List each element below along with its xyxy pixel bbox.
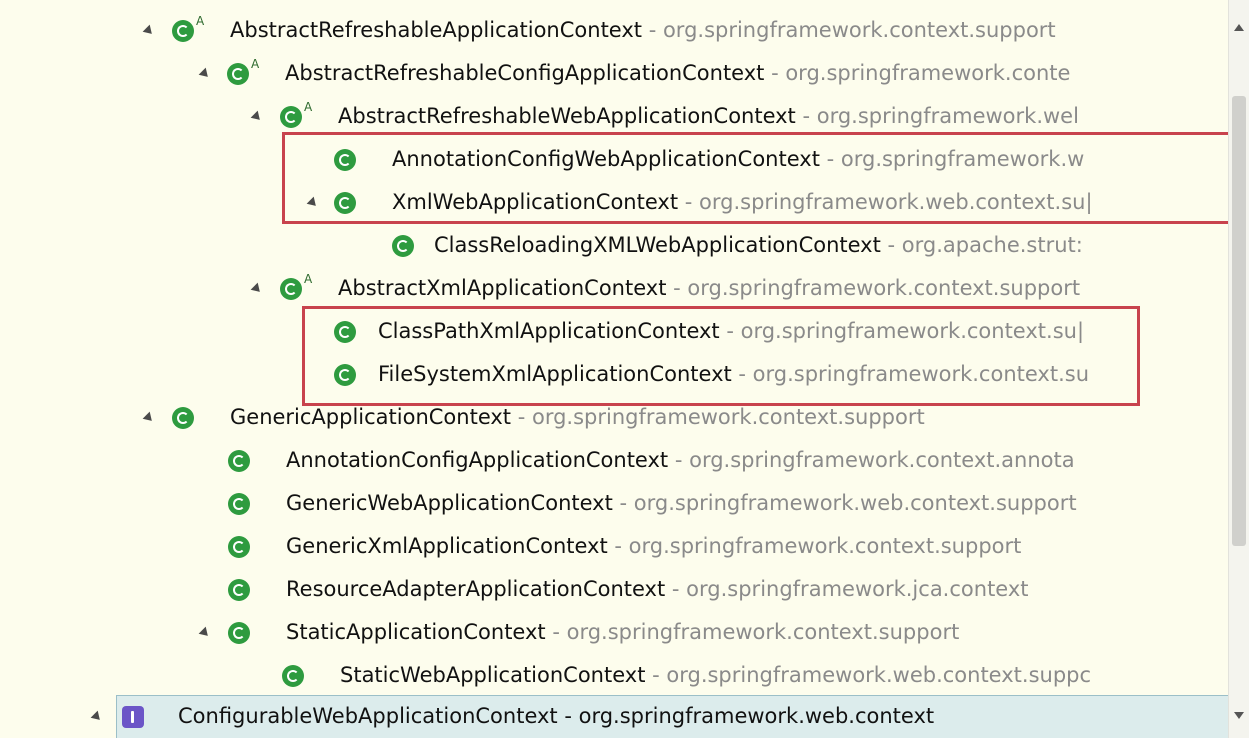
expand-arrow-icon[interactable]	[198, 626, 212, 640]
tree-row[interactable]: ClassReloadingXMLWebApplicationContext -…	[0, 223, 1229, 269]
class-icon	[227, 63, 249, 85]
vertical-scrollbar[interactable]	[1228, 0, 1249, 738]
class-name: GenericXmlApplicationContext	[286, 534, 608, 558]
tree-row-selected[interactable]: ConfigurableWebApplicationContext - org.…	[0, 694, 1229, 738]
package-name-separator: -	[666, 276, 688, 300]
class-icon	[228, 622, 250, 644]
class-name: AbstractRefreshableWebApplicationContext	[338, 104, 796, 128]
package-name-separator: -	[545, 620, 567, 644]
package-name-separator: -	[612, 491, 634, 515]
package-name: org.springframework.conte	[785, 61, 1071, 85]
expand-arrow-icon[interactable]	[250, 110, 264, 124]
tree-row-label: AbstractRefreshableApplicationContext - …	[230, 18, 1056, 42]
package-name-separator: -	[764, 61, 786, 85]
tree-row[interactable]: StaticWebApplicationContext - org.spring…	[0, 653, 1229, 699]
package-name: org.springframework.context.support	[531, 405, 925, 429]
package-name-separator: -	[668, 448, 690, 472]
highlight-box	[282, 132, 1229, 224]
tree-row-label: GenericXmlApplicationContext - org.sprin…	[286, 534, 1021, 558]
tree-row[interactable]: A AbstractRefreshableConfigApplicationCo…	[0, 51, 1229, 97]
tree-row-label: GenericWebApplicationContext - org.sprin…	[286, 491, 1077, 515]
abstract-marker: A	[304, 100, 313, 114]
package-name: org.apache.strut:	[901, 233, 1083, 257]
tree-row-label: StaticApplicationContext - org.springfra…	[286, 620, 959, 644]
package-name: org.springframework.web.context	[578, 704, 935, 728]
package-name: org.springframework.web.context.suppc	[666, 663, 1092, 687]
package-name-separator: -	[642, 18, 663, 42]
tree-row[interactable]: A AbstractRefreshableApplicationContext …	[0, 8, 1229, 54]
class-name: ClassReloadingXMLWebApplicationContext	[434, 233, 881, 257]
tree-row[interactable]: GenericWebApplicationContext - org.sprin…	[0, 481, 1229, 527]
class-icon	[280, 278, 302, 300]
class-name: GenericApplicationContext	[230, 405, 512, 429]
tree-row-label: AbstractRefreshableWebApplicationContext…	[338, 104, 1079, 128]
package-name: org.springframework.context.support	[687, 276, 1081, 300]
highlight-box	[302, 306, 1140, 406]
class-name: AbstractRefreshableConfigApplicationCont…	[285, 61, 765, 85]
expand-arrow-icon[interactable]	[250, 282, 264, 296]
package-name-separator: -	[795, 104, 817, 128]
tree-row-label: ResourceAdapterApplicationContext - org.…	[286, 577, 1029, 601]
package-name: org.springframework.context.support	[566, 620, 960, 644]
class-icon	[228, 579, 250, 601]
class-icon	[228, 450, 250, 472]
class-icon	[392, 235, 414, 257]
package-name: org.springframework.context.support	[628, 534, 1022, 558]
class-name: GenericWebApplicationContext	[286, 491, 613, 515]
package-name-separator: -	[557, 704, 579, 728]
abstract-marker: A	[196, 14, 205, 28]
class-name: AnnotationConfigApplicationContext	[286, 448, 669, 472]
package-name: org.springframework.web.context.support	[633, 491, 1077, 515]
package-name: org.springframework.wel	[816, 104, 1079, 128]
class-icon	[228, 493, 250, 515]
tree-row[interactable]: GenericXmlApplicationContext - org.sprin…	[0, 524, 1229, 570]
tree-row-label: AbstractXmlApplicationContext - org.spri…	[338, 276, 1080, 300]
tree-row[interactable]: AnnotationConfigApplicationContext - org…	[0, 438, 1229, 484]
tree-row[interactable]: StaticApplicationContext - org.springfra…	[0, 610, 1229, 656]
expand-arrow-icon[interactable]	[90, 710, 104, 724]
type-hierarchy-tree: A AbstractRefreshableApplicationContext …	[0, 0, 1229, 738]
package-name-separator: -	[645, 663, 667, 687]
package-name-separator: -	[665, 577, 687, 601]
tree-row-label: AbstractRefreshableConfigApplicationCont…	[285, 61, 1070, 85]
interface-icon	[122, 706, 144, 728]
class-icon	[172, 407, 194, 429]
tree-row-label: AnnotationConfigApplicationContext - org…	[286, 448, 1075, 472]
package-name-separator: -	[880, 233, 902, 257]
scrollbar-thumb[interactable]	[1232, 96, 1246, 546]
class-icon	[172, 20, 194, 42]
class-name: ConfigurableWebApplicationContext	[178, 704, 558, 728]
package-name-separator: -	[511, 405, 532, 429]
class-name: AbstractXmlApplicationContext	[338, 276, 667, 300]
expand-arrow-icon[interactable]	[198, 67, 212, 81]
tree-row-label: ClassReloadingXMLWebApplicationContext -…	[434, 233, 1083, 257]
abstract-marker: A	[304, 272, 313, 286]
package-name-separator: -	[607, 534, 629, 558]
package-name: org.springframework.context.annota	[689, 448, 1075, 472]
scroll-up-arrow-icon[interactable]	[1234, 24, 1244, 31]
package-name: org.springframework.jca.context	[686, 577, 1029, 601]
tree-row[interactable]: ResourceAdapterApplicationContext - org.…	[0, 567, 1229, 613]
abstract-marker: A	[251, 57, 260, 71]
class-name: AbstractRefreshableApplicationContext	[230, 18, 643, 42]
tree-row-label: StaticWebApplicationContext - org.spring…	[340, 663, 1091, 687]
class-name: ResourceAdapterApplicationContext	[286, 577, 666, 601]
tree-row-label: ConfigurableWebApplicationContext - org.…	[178, 704, 934, 728]
class-icon	[228, 536, 250, 558]
class-name: StaticApplicationContext	[286, 620, 546, 644]
scroll-down-arrow-icon[interactable]	[1234, 712, 1244, 719]
class-icon	[280, 106, 302, 128]
class-name: StaticWebApplicationContext	[340, 663, 646, 687]
class-icon	[282, 665, 304, 687]
package-name: org.springframework.context.support	[662, 18, 1056, 42]
expand-arrow-icon[interactable]	[142, 411, 156, 425]
tree-row-label: GenericApplicationContext - org.springfr…	[230, 405, 925, 429]
expand-arrow-icon[interactable]	[142, 24, 156, 38]
